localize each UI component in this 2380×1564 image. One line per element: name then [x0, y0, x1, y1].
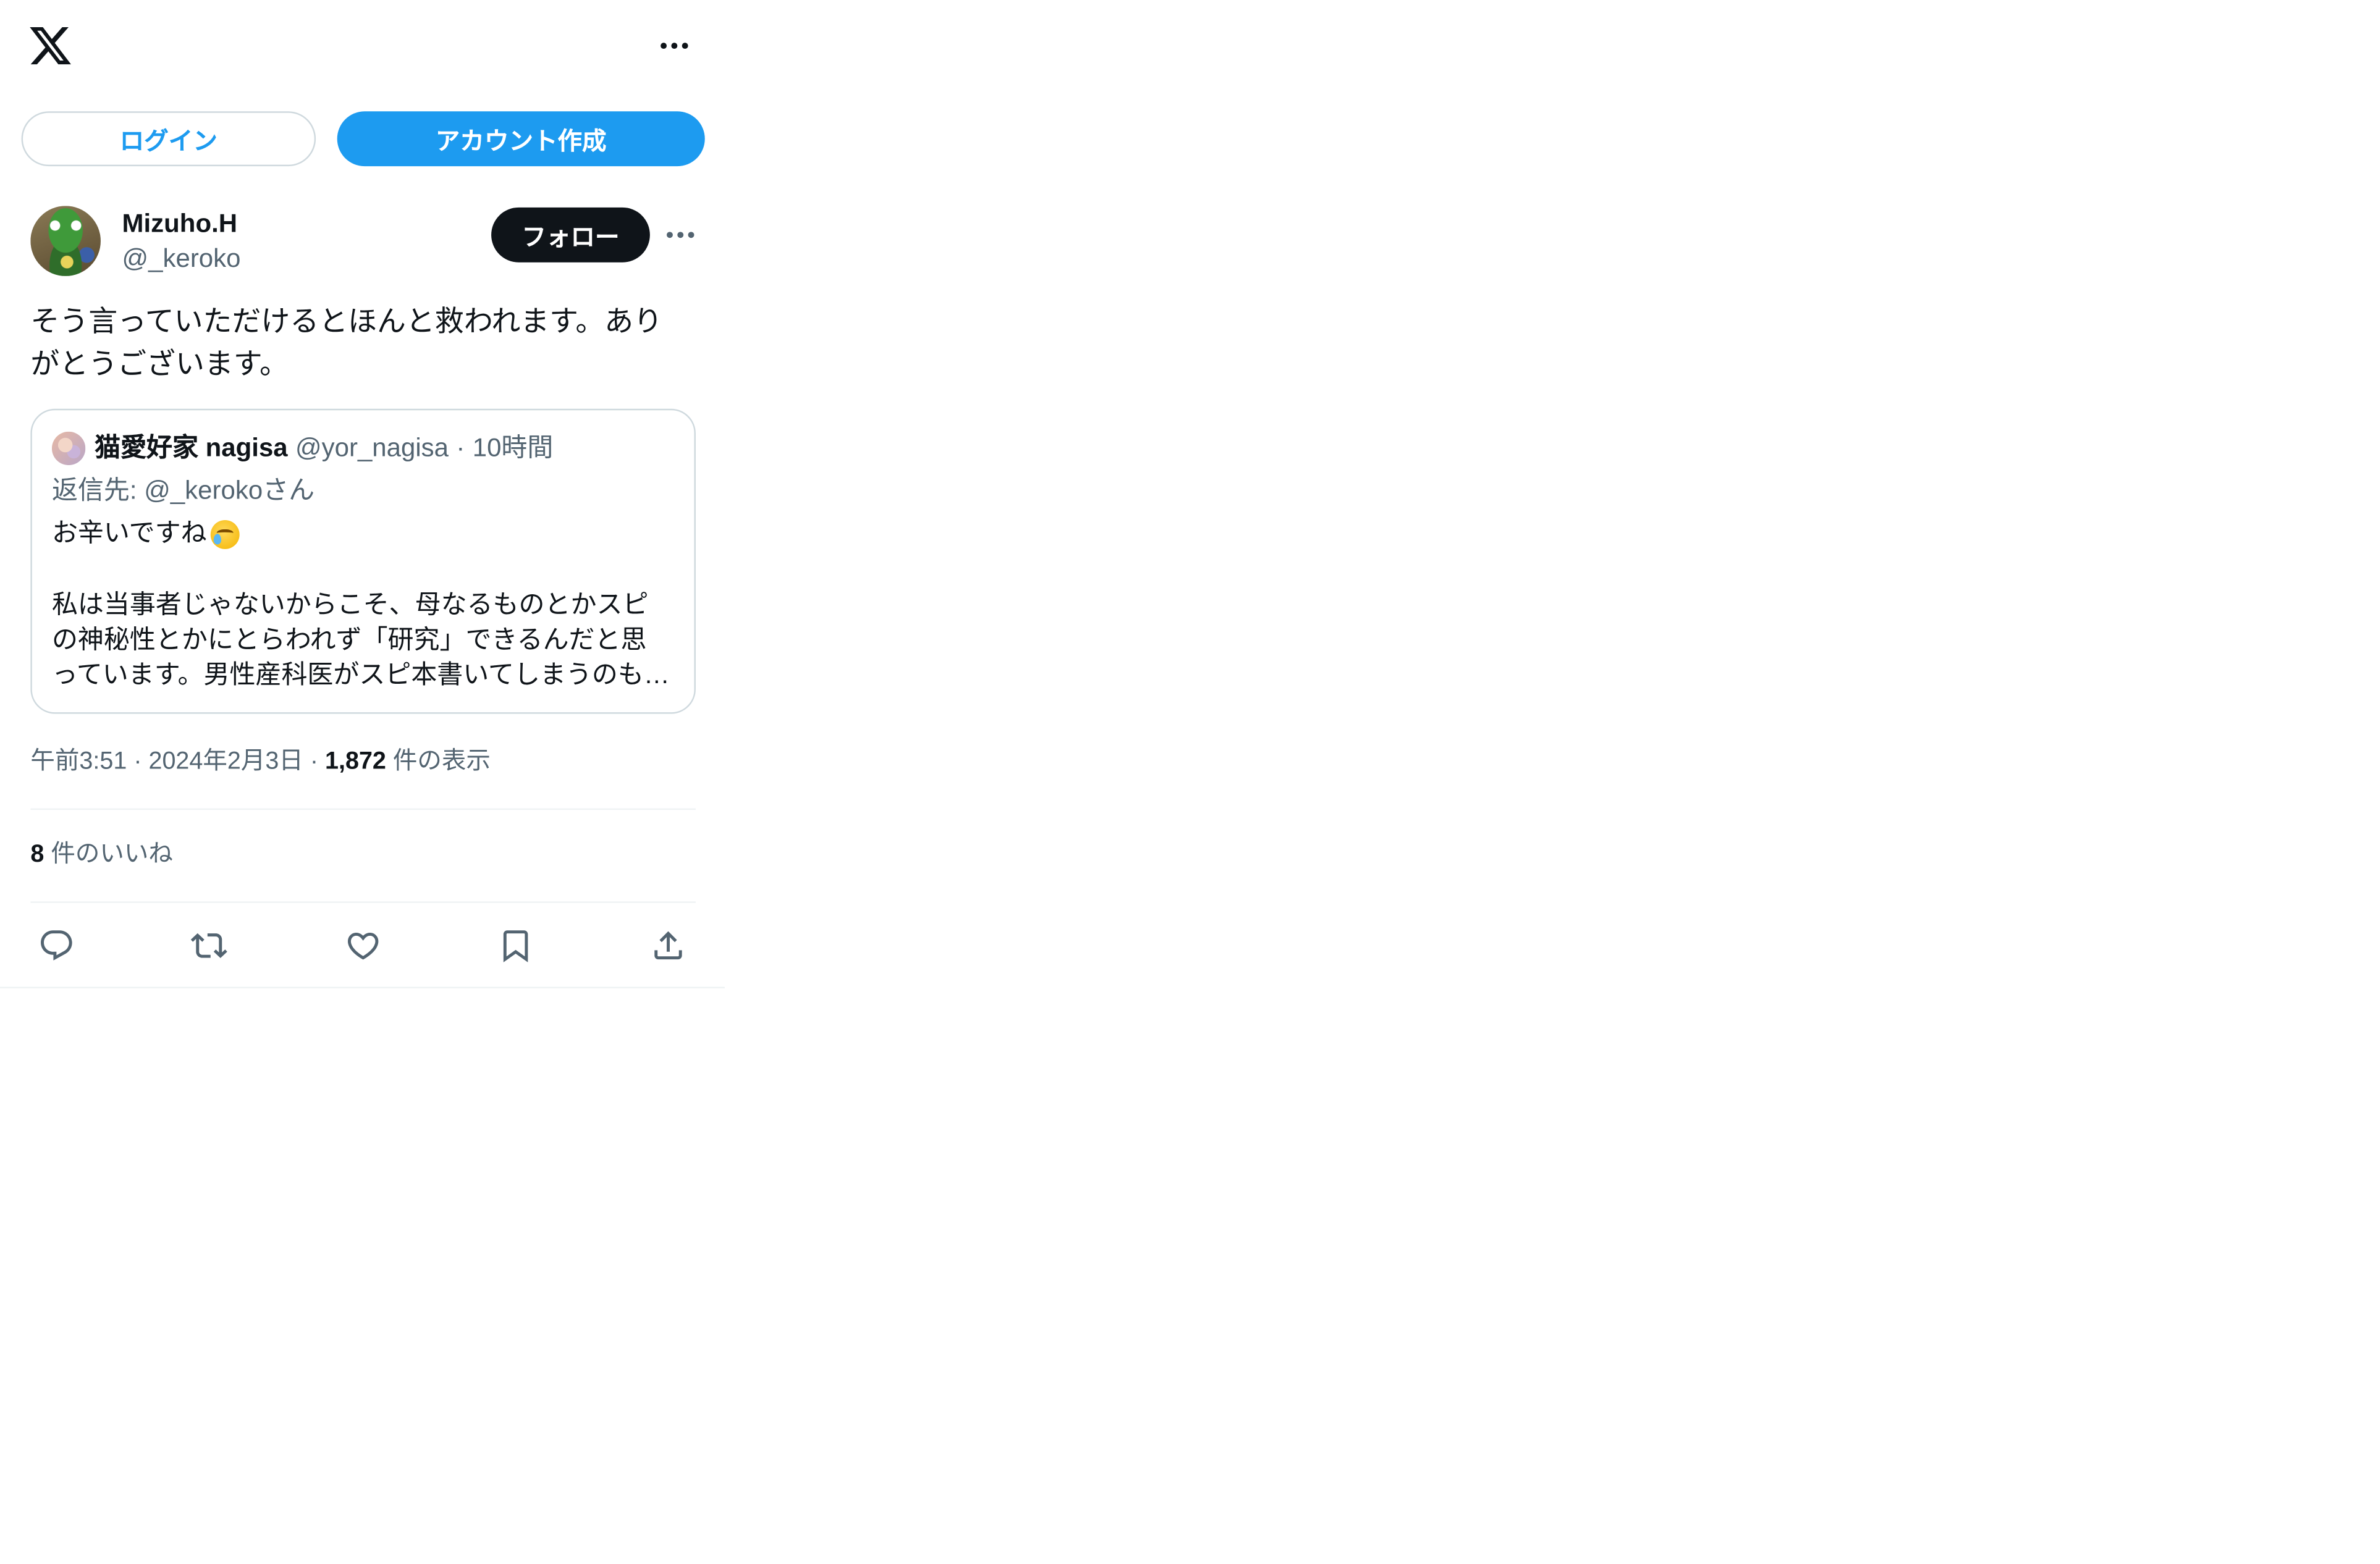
divider — [30, 901, 696, 903]
quote-first-line: お辛いですね — [51, 517, 239, 550]
tweet-date[interactable]: 2024年2月3日 — [148, 749, 303, 775]
divider — [30, 808, 696, 810]
quote-reply-to: 返信先: @_kerokoさん — [51, 476, 315, 505]
reply-icon[interactable] — [38, 927, 75, 964]
quote-separator: · — [456, 433, 465, 463]
quote-body-line: の神秘性とかにとらわれず「研究」できるんだと思 — [51, 625, 647, 655]
quote-first-line-text: お辛いですね — [51, 518, 207, 548]
quote-author-handle[interactable]: @yor_nagisa — [295, 432, 449, 465]
page: ログイン アカウント作成 Mizuho.H @_keroko フォロー そう言っ… — [0, 0, 2380, 1563]
quote-body: 私は当事者じゃないからこそ、母なるものとかスピ の神秘性とかにとらわれず「研究」… — [52, 587, 670, 692]
tweet-time[interactable]: 午前3:51 — [30, 749, 127, 775]
tweet-bottom-border — [0, 986, 725, 989]
view-count: 1,872 — [325, 749, 386, 775]
follow-button[interactable]: フォロー — [491, 207, 650, 263]
quote-header: 猫愛好家 nagisa @yor_nagisa · 10時間 — [95, 432, 553, 465]
quote-body-line: っています。男性産科医がスピ本書いてしまうのも… — [51, 660, 670, 690]
share-icon[interactable] — [650, 927, 686, 964]
view-count-label: 件の表示 — [392, 749, 491, 775]
tweet-more-icon[interactable] — [662, 220, 699, 250]
author-handle[interactable]: @_keroko — [122, 243, 241, 276]
avatar[interactable] — [30, 206, 101, 276]
quote-author-name[interactable]: 猫愛好家 nagisa — [95, 432, 288, 465]
create-account-button[interactable]: アカウント作成 — [337, 111, 705, 167]
tweet-text: そう言っていただけるとほんと救われます。ありがとうございます。 — [30, 306, 663, 382]
retweet-icon[interactable] — [190, 927, 227, 964]
quoted-tweet[interactable]: 猫愛好家 nagisa @yor_nagisa · 10時間 返信先: @_ke… — [30, 408, 696, 714]
crying-face-emoji-icon — [209, 519, 239, 549]
meta-separator: · — [310, 749, 319, 775]
author-name[interactable]: Mizuho.H — [122, 208, 238, 241]
quote-avatar[interactable] — [51, 431, 86, 466]
x-logo-icon[interactable] — [27, 23, 73, 69]
bookmark-icon[interactable] — [497, 927, 534, 964]
likes-count[interactable]: 8 件のいいね — [30, 839, 173, 872]
likes-number: 8 — [30, 842, 44, 868]
quote-body-line: 私は当事者じゃないからこそ、母なるものとかスピ — [51, 590, 649, 620]
like-icon[interactable] — [345, 927, 381, 964]
quote-time[interactable]: 10時間 — [473, 432, 554, 465]
tweet-meta: 午前3:51 · 2024年2月3日 · 1,872 件の表示 — [30, 746, 491, 779]
more-icon[interactable] — [656, 29, 693, 62]
login-button[interactable]: ログイン — [21, 111, 316, 167]
likes-label: 件のいいね — [51, 842, 173, 868]
meta-separator: · — [133, 749, 142, 775]
